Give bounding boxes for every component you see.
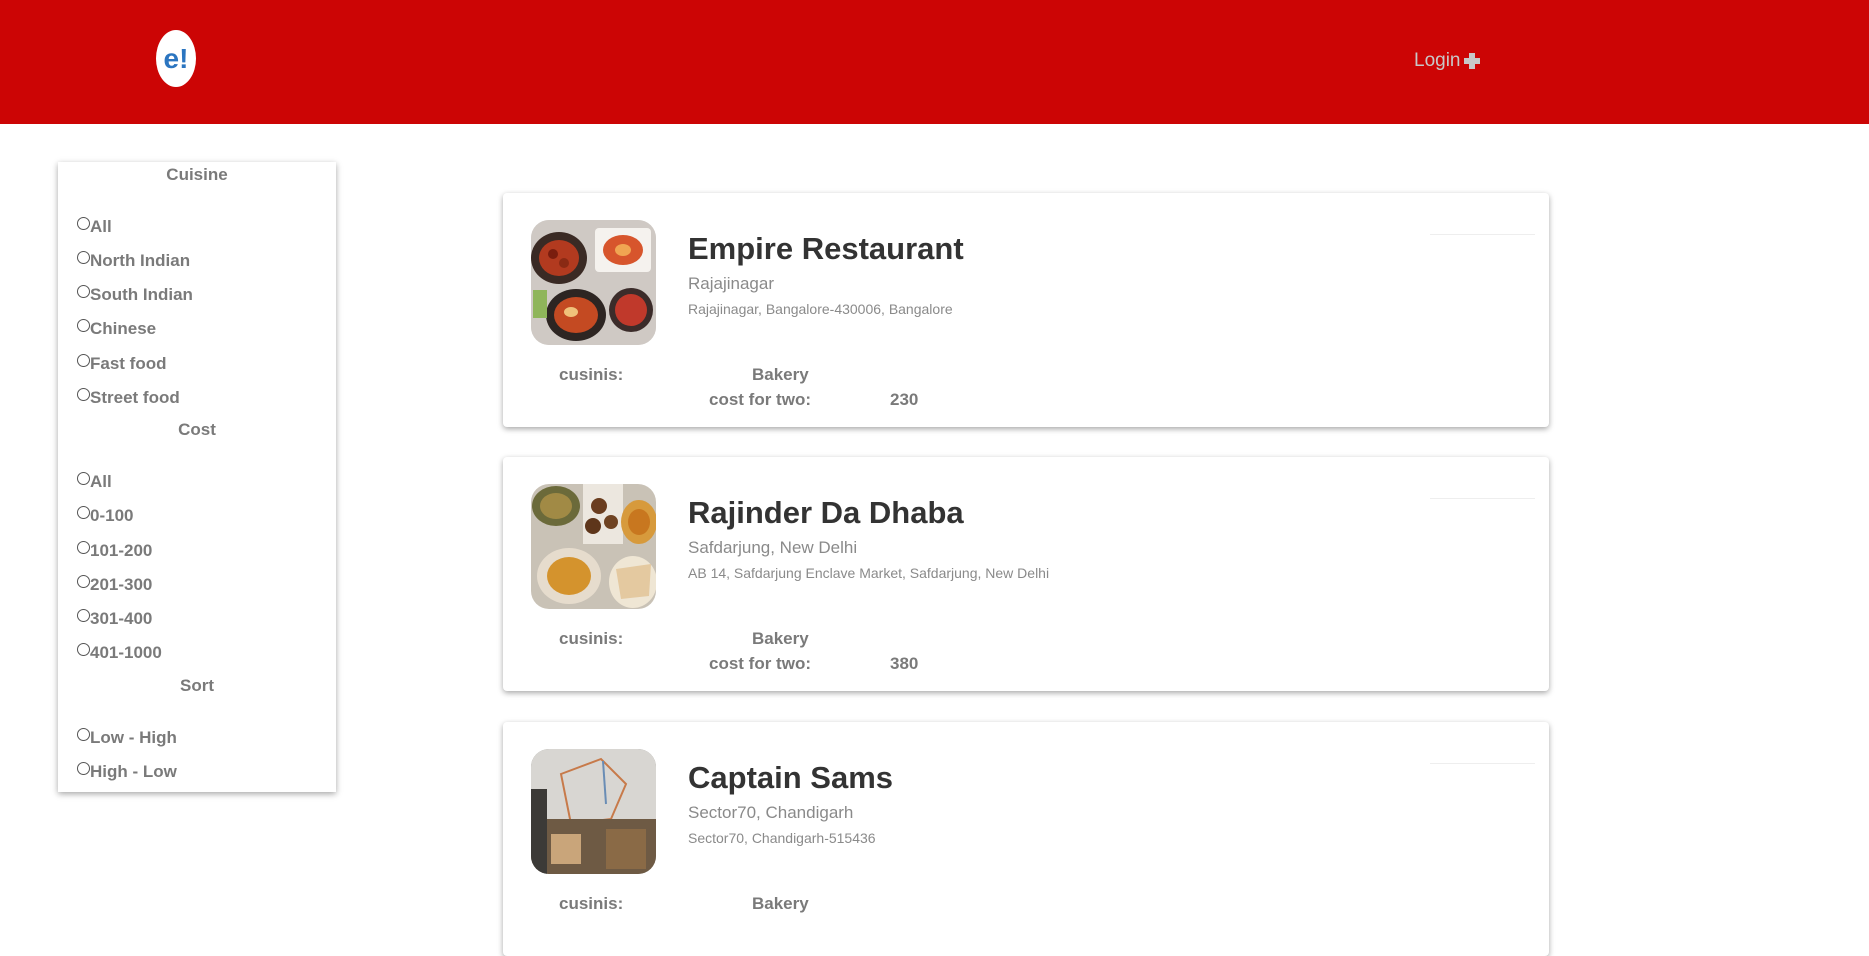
restaurant-card[interactable]: Captain Sams Sector70, Chandigarh Sector… [503,722,1549,956]
option-label: Street food [90,388,180,407]
cuisine-label: cusinis: [559,629,624,648]
option-label: 101-200 [90,541,153,560]
radio-icon[interactable] [77,608,90,622]
cost-option-301-400[interactable]: 301-400 [77,608,153,629]
restaurant-card[interactable]: Rajinder Da Dhaba Safdarjung, New Delhi … [503,457,1549,691]
sort-option-high-low[interactable]: High - Low [77,761,177,782]
top-header: e! Login [0,0,1869,124]
divider [1430,498,1535,499]
cost-option-201-300[interactable]: 201-300 [77,574,153,595]
restaurant-name[interactable]: Rajinder Da Dhaba [688,495,964,531]
restaurant-address: AB 14, Safdarjung Enclave Market, Safdar… [688,565,1050,581]
radio-icon[interactable] [77,250,90,264]
sort-option-low-high[interactable]: Low - High [77,727,177,748]
radio-icon[interactable] [77,642,90,656]
cost-option-401-1000[interactable]: 401-1000 [77,642,162,663]
restaurant-card[interactable]: Empire Restaurant Rajajinagar Rajajinaga… [503,193,1549,427]
sort-filter-title: Sort [180,676,214,695]
restaurant-address: Sector70, Chandigarh-515436 [688,830,876,846]
cuisine-option-fast-food[interactable]: Fast food [77,353,167,374]
radio-icon[interactable] [77,387,90,401]
restaurant-name[interactable]: Empire Restaurant [688,231,964,267]
option-label: All [90,217,112,236]
radio-icon[interactable] [77,216,90,230]
option-label: All [90,472,112,491]
cost-value: 230 [890,390,919,409]
option-label: High - Low [90,762,177,781]
cuisine-value: Bakery [752,894,809,913]
cost-option-0-100[interactable]: 0-100 [77,505,134,526]
cuisine-option-street-food[interactable]: Street food [77,387,180,408]
login-button[interactable]: Login [1414,50,1480,72]
cuisine-option-all[interactable]: All [77,216,112,237]
restaurant-address: Rajajinagar, Bangalore-430006, Bangalore [688,301,953,317]
option-label: 201-300 [90,575,153,594]
divider [1430,234,1535,235]
logo[interactable]: e! [156,30,196,87]
option-label: Low - High [90,728,177,747]
cuisine-value: Bakery [752,629,809,648]
cuisine-value: Bakery [752,365,809,384]
radio-icon[interactable] [77,727,90,741]
cuisine-label: cusinis: [559,894,624,913]
login-label: Login [1414,50,1461,71]
restaurant-locality: Sector70, Chandigarh [688,803,854,822]
cost-value: 380 [890,654,919,673]
radio-icon[interactable] [77,318,90,332]
radio-icon[interactable] [77,505,90,519]
cuisine-label: cusinis: [559,365,624,384]
restaurant-name[interactable]: Captain Sams [688,760,893,796]
cost-option-101-200[interactable]: 101-200 [77,540,153,561]
divider [1430,763,1535,764]
option-label: 0-100 [90,506,134,525]
option-label: Chinese [90,319,157,338]
restaurant-locality: Safdarjung, New Delhi [688,538,858,557]
restaurant-image [531,749,656,874]
plus-icon [1463,53,1480,69]
restaurant-image [531,484,656,609]
cuisine-option-chinese[interactable]: Chinese [77,318,157,339]
cost-filter-title: Cost [178,420,216,439]
radio-icon[interactable] [77,284,90,298]
option-label: South Indian [90,285,193,304]
option-label: 301-400 [90,609,153,628]
radio-icon[interactable] [77,353,90,367]
restaurant-image [531,220,656,345]
filter-panel: Cuisine All North Indian South Indian Ch… [58,162,336,792]
radio-icon[interactable] [77,574,90,588]
cost-label: cost for two: [709,390,811,409]
cost-option-all[interactable]: All [77,471,112,492]
option-label: North Indian [90,251,191,270]
radio-icon[interactable] [77,761,90,775]
cuisine-option-south-indian[interactable]: South Indian [77,284,193,305]
cuisine-option-north-indian[interactable]: North Indian [77,250,191,271]
radio-icon[interactable] [77,540,90,554]
cost-label: cost for two: [709,654,811,673]
restaurant-locality: Rajajinagar [688,274,774,293]
option-label: Fast food [90,354,167,373]
cuisine-filter-title: Cuisine [166,165,228,184]
option-label: 401-1000 [90,643,162,662]
radio-icon[interactable] [77,471,90,485]
